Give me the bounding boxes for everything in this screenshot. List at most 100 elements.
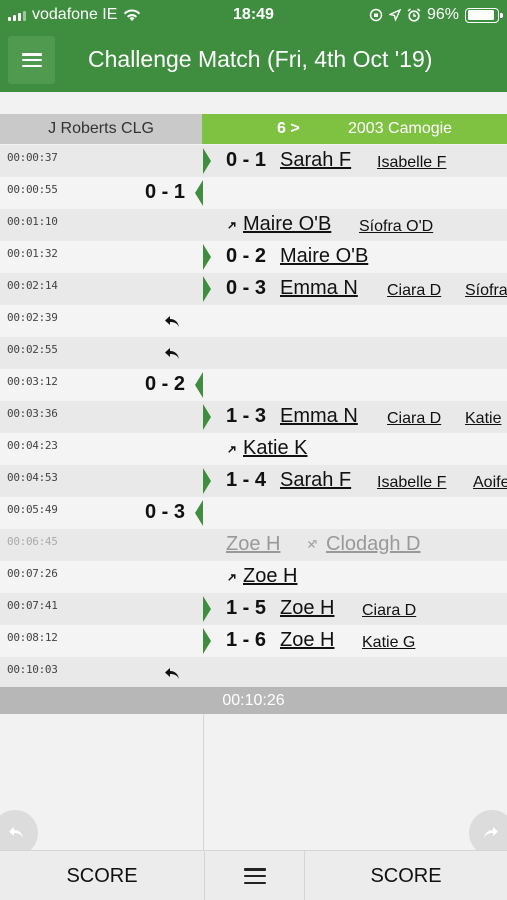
timeline-row[interactable]: 00:01:32 0 - 2 Maire O'B: [0, 241, 507, 273]
battery-percent: 96%: [426, 6, 459, 23]
timeline-row[interactable]: 00:02:14 0 - 3 Emma N Ciara D Síofra: [0, 273, 507, 305]
player-name[interactable]: Zoe H: [243, 565, 297, 588]
event-timestamp: 00:10:03: [7, 663, 58, 676]
assist-name[interactable]: Katie G: [362, 634, 415, 652]
event-timestamp: 00:04:53: [7, 471, 58, 484]
player-name[interactable]: Maire O'B: [243, 213, 331, 236]
away-score-marker-icon: [203, 628, 211, 654]
assist-name[interactable]: Ciara D: [362, 602, 416, 620]
timeline-row[interactable]: 00:00:37 0 - 1 Sarah F Isabelle F: [0, 145, 507, 177]
assist-name[interactable]: Aoife: [473, 474, 507, 492]
away-team-score-link[interactable]: 6 >: [277, 114, 300, 144]
bottom-toolbar: SCORE SCORE: [0, 850, 507, 900]
assist-name[interactable]: Clodagh D: [326, 533, 421, 556]
timeline-row[interactable]: 00:04:53 1 - 4 Sarah F Isabelle F Aoife: [0, 465, 507, 497]
event-timestamp: 00:01:32: [7, 247, 58, 260]
cancel-icon: [308, 540, 317, 548]
away-score-button[interactable]: SCORE: [305, 851, 507, 900]
substitution-icon: [228, 574, 236, 581]
event-timestamp: 00:06:45: [7, 535, 58, 548]
away-score-marker-icon: [203, 596, 211, 622]
event-timestamp: 00:00:55: [7, 183, 58, 196]
event-timestamp: 00:04:23: [7, 439, 58, 452]
away-score: 0 - 2: [226, 245, 267, 267]
away-score-marker-icon: [203, 244, 211, 270]
battery-icon: [465, 7, 503, 23]
timeline-row[interactable]: 00:01:10 Maire O'B Síofra O'D: [0, 209, 507, 241]
timeline-row[interactable]: 00:10:03: [0, 657, 507, 689]
timeline-row[interactable]: 00:04:23 Katie K: [0, 433, 507, 465]
event-timestamp: 00:02:14: [7, 279, 58, 292]
timeline-row[interactable]: 00:03:12 0 - 2: [0, 369, 507, 401]
player-name[interactable]: Sarah F: [280, 149, 351, 172]
hamburger-menu-icon: [243, 868, 266, 884]
timeline-row[interactable]: 00:07:26 Zoe H: [0, 561, 507, 593]
player-name[interactable]: Zoe H: [280, 629, 334, 652]
event-timestamp: 00:08:12: [7, 631, 58, 644]
away-score-marker-icon: [203, 404, 211, 430]
player-name[interactable]: Maire O'B: [280, 245, 368, 268]
away-score: 1 - 5: [226, 597, 267, 619]
assist-name[interactable]: Isabelle F: [377, 154, 446, 172]
away-score-marker-icon: [203, 276, 211, 302]
player-name[interactable]: Zoe H: [226, 533, 280, 556]
player-name[interactable]: Emma N: [280, 405, 358, 428]
event-timestamp: 00:03:36: [7, 407, 58, 420]
bottom-menu-button[interactable]: [204, 851, 305, 900]
player-name[interactable]: Katie K: [243, 437, 307, 460]
player-name[interactable]: Sarah F: [280, 469, 351, 492]
event-timestamp: 00:05:49: [7, 503, 58, 516]
rotation-lock-icon: [369, 8, 383, 22]
app-header: Challenge Match (Fri, 4th Oct '19): [0, 30, 507, 92]
assist-name[interactable]: Ciara D: [387, 410, 441, 428]
assist-name[interactable]: Ciara D: [387, 282, 441, 300]
home-team-name[interactable]: J Roberts CLG: [0, 114, 202, 144]
event-timestamp: 00:02:39: [7, 311, 58, 324]
event-timestamp: 00:00:37: [7, 151, 58, 164]
assist-name[interactable]: Katie: [465, 410, 501, 428]
event-timestamp: 00:07:26: [7, 567, 58, 580]
timeline-row[interactable]: 00:07:41 1 - 5 Zoe H Ciara D: [0, 593, 507, 625]
assist-name[interactable]: Síofra: [465, 282, 507, 300]
away-score: 0 - 1: [226, 149, 267, 171]
menu-button[interactable]: [8, 36, 55, 84]
substitution-icon: [228, 222, 236, 229]
home-score-button[interactable]: SCORE: [0, 851, 204, 900]
assist-name[interactable]: Isabelle F: [377, 474, 446, 492]
timeline-row[interactable]: 00:08:12 1 - 6 Zoe H Katie G: [0, 625, 507, 657]
player-name[interactable]: Emma N: [280, 277, 358, 300]
redo-icon: [484, 827, 498, 838]
event-timestamp: 00:07:41: [7, 599, 58, 612]
hamburger-menu-icon: [21, 53, 42, 67]
away-team-header[interactable]: 6 > 2003 Camogie: [202, 114, 507, 144]
home-score-marker-icon: [195, 500, 203, 526]
timeline-row[interactable]: 00:02:39: [0, 305, 507, 337]
away-team-name: 2003 Camogie: [348, 120, 453, 137]
undo-event-icon: [165, 316, 179, 327]
event-timestamp: 00:02:55: [7, 343, 58, 356]
timeline-row[interactable]: 00:02:55: [0, 337, 507, 369]
away-score-marker-icon: [203, 468, 211, 494]
home-score-marker-icon: [195, 372, 203, 398]
away-score: 1 - 6: [226, 629, 267, 651]
home-score: 0 - 2: [144, 373, 185, 395]
player-name[interactable]: Zoe H: [280, 597, 334, 620]
away-score: 1 - 3: [226, 405, 267, 427]
undo-event-icon: [165, 668, 179, 679]
location-icon: [388, 9, 401, 21]
timeline-row[interactable]: 00:00:55 0 - 1: [0, 177, 507, 209]
timeline-row[interactable]: 00:05:49 0 - 3: [0, 497, 507, 529]
undo-icon: [9, 827, 23, 838]
alarm-icon: [407, 8, 421, 22]
team-bar: J Roberts CLG 6 > 2003 Camogie: [0, 114, 507, 144]
status-bar: vodafone IE 18:49 96%: [0, 0, 507, 30]
event-timestamp: 00:01:10: [7, 215, 58, 228]
substitution-icon: [228, 446, 236, 453]
page-title: Challenge Match (Fri, 4th Oct '19): [88, 46, 433, 72]
assist-name[interactable]: Síofra O'D: [359, 218, 433, 236]
timeline-row[interactable]: 00:06:45 Zoe H Clodagh D: [0, 529, 507, 561]
home-score: 0 - 1: [144, 181, 185, 203]
match-timeline: 00:00:37 0 - 1 Sarah F Isabelle F 00:00:55 0 …: [0, 145, 507, 689]
undo-event-icon: [165, 348, 179, 359]
timeline-row[interactable]: 00:03:36 1 - 3 Emma N Ciara D Katie: [0, 401, 507, 433]
